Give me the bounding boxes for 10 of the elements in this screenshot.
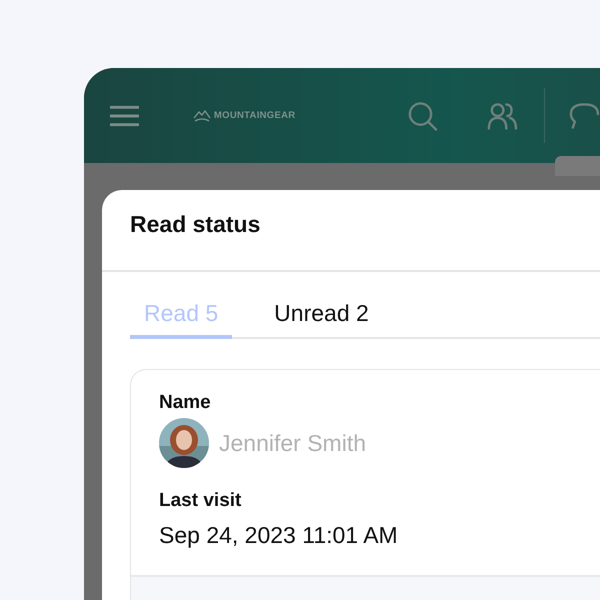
visit-date: Sep 24, 2023 11:01 AM: [159, 522, 399, 549]
logo-text: MOUNTAINGEAR: [214, 110, 296, 121]
tab[interactable]: Unread 2: [260, 296, 383, 339]
dialog-title: Read status: [130, 210, 260, 238]
search-icon[interactable]: [407, 100, 438, 132]
mountain-icon: [192, 110, 211, 122]
person-name: Jennifer Smith: [219, 430, 366, 456]
field-label: Last visit: [159, 490, 242, 512]
menu-icon[interactable]: [110, 104, 139, 126]
field-label: Name: [159, 392, 212, 414]
